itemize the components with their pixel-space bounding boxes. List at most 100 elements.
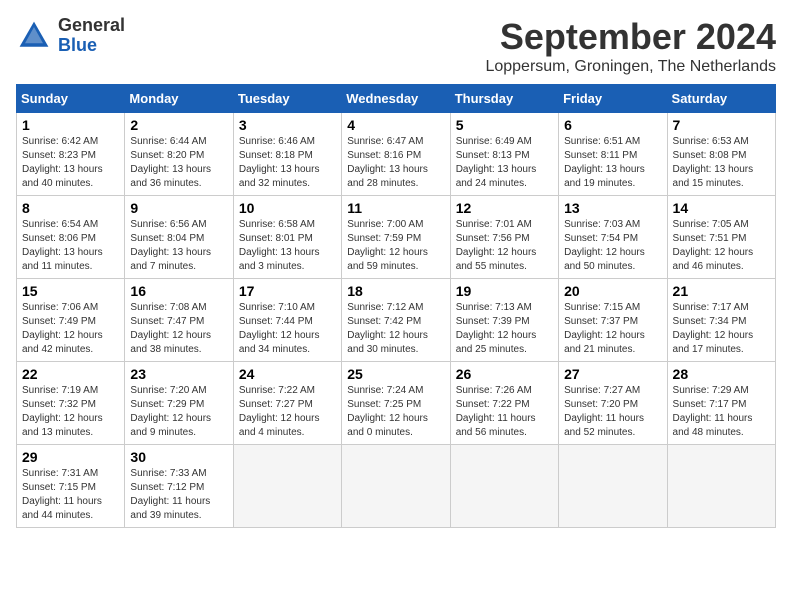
day-info: Sunrise: 7:03 AM Sunset: 7:54 PM Dayligh…: [564, 218, 661, 274]
day-cell: 6Sunrise: 6:51 AM Sunset: 8:11 PM Daylig…: [559, 113, 667, 196]
day-info: Sunrise: 7:20 AM Sunset: 7:29 PM Dayligh…: [130, 384, 227, 440]
day-number: 4: [347, 117, 444, 133]
day-info: Sunrise: 7:05 AM Sunset: 7:51 PM Dayligh…: [673, 218, 770, 274]
day-number: 13: [564, 200, 661, 216]
weekday-tuesday: Tuesday: [233, 85, 341, 113]
day-info: Sunrise: 7:15 AM Sunset: 7:37 PM Dayligh…: [564, 301, 661, 357]
day-number: 16: [130, 283, 227, 299]
day-number: 22: [22, 366, 119, 382]
week-row-1: 1 Sunrise: 6:42 AM Sunset: 8:23 PM Daylig…: [17, 113, 776, 196]
day-number: 1: [22, 117, 119, 133]
weekday-thursday: Thursday: [450, 85, 558, 113]
day-number: 2: [130, 117, 227, 133]
day-cell: 8 Sunrise: 6:54 AM Sunset: 8:06 PM Daylig…: [17, 196, 125, 279]
day-number: 26: [456, 366, 553, 382]
day-info: Sunrise: 6:58 AM Sunset: 8:01 PM Dayligh…: [239, 218, 336, 274]
day-info: Sunrise: 7:13 AM Sunset: 7:39 PM Dayligh…: [456, 301, 553, 357]
day-cell: 2 Sunrise: 6:44 AM Sunset: 8:20 PM Daylig…: [125, 113, 233, 196]
day-number: 7: [673, 117, 770, 133]
day-info: Sunrise: 6:47 AM Sunset: 8:16 PM Dayligh…: [347, 135, 444, 191]
day-info: Sunrise: 7:27 AM Sunset: 7:20 PM Dayligh…: [564, 384, 661, 440]
week-row-3: 15Sunrise: 7:06 AM Sunset: 7:49 PM Dayli…: [17, 279, 776, 362]
day-info: Sunrise: 6:42 AM Sunset: 8:23 PM Dayligh…: [22, 135, 119, 191]
day-cell: 23 Sunrise: 7:20 AM Sunset: 7:29 PM Dayli…: [125, 362, 233, 445]
day-number: 8: [22, 200, 119, 216]
day-info: Sunrise: 6:56 AM Sunset: 8:04 PM Dayligh…: [130, 218, 227, 274]
day-cell: 28 Sunrise: 7:29 AM Sunset: 7:17 PM Dayli…: [667, 362, 775, 445]
day-number: 30: [130, 449, 227, 465]
day-cell: 29Sunrise: 7:31 AM Sunset: 7:15 PM Dayli…: [17, 445, 125, 528]
day-cell: 24 Sunrise: 7:22 AM Sunset: 7:27 PM Dayli…: [233, 362, 341, 445]
day-info: Sunrise: 7:29 AM Sunset: 7:17 PM Dayligh…: [673, 384, 770, 440]
calendar-table: SundayMondayTuesdayWednesdayThursdayFrid…: [16, 84, 776, 528]
day-cell: 5 Sunrise: 6:49 AM Sunset: 8:13 PM Daylig…: [450, 113, 558, 196]
day-cell: 11Sunrise: 7:00 AM Sunset: 7:59 PM Dayli…: [342, 196, 450, 279]
day-cell: 30 Sunrise: 7:33 AM Sunset: 7:12 PM Dayli…: [125, 445, 233, 528]
day-cell: 22 Sunrise: 7:19 AM Sunset: 7:32 PM Dayli…: [17, 362, 125, 445]
day-cell: 21 Sunrise: 7:17 AM Sunset: 7:34 PM Dayli…: [667, 279, 775, 362]
logo-icon: [16, 18, 52, 54]
weekday-sunday: Sunday: [17, 85, 125, 113]
day-info: Sunrise: 7:08 AM Sunset: 7:47 PM Dayligh…: [130, 301, 227, 357]
week-row-5: 29Sunrise: 7:31 AM Sunset: 7:15 PM Dayli…: [17, 445, 776, 528]
weekday-header-row: SundayMondayTuesdayWednesdayThursdayFrid…: [17, 85, 776, 113]
day-info: Sunrise: 7:17 AM Sunset: 7:34 PM Dayligh…: [673, 301, 770, 357]
day-info: Sunrise: 7:19 AM Sunset: 7:32 PM Dayligh…: [22, 384, 119, 440]
month-title: September 2024: [485, 16, 776, 58]
day-cell: [450, 445, 558, 528]
week-row-2: 8 Sunrise: 6:54 AM Sunset: 8:06 PM Daylig…: [17, 196, 776, 279]
day-cell: 7 Sunrise: 6:53 AM Sunset: 8:08 PM Daylig…: [667, 113, 775, 196]
day-info: Sunrise: 7:33 AM Sunset: 7:12 PM Dayligh…: [130, 467, 227, 523]
day-number: 19: [456, 283, 553, 299]
weekday-monday: Monday: [125, 85, 233, 113]
day-number: 14: [673, 200, 770, 216]
day-number: 18: [347, 283, 444, 299]
weekday-saturday: Saturday: [667, 85, 775, 113]
day-number: 12: [456, 200, 553, 216]
day-cell: [559, 445, 667, 528]
day-cell: 13 Sunrise: 7:03 AM Sunset: 7:54 PM Dayli…: [559, 196, 667, 279]
day-info: Sunrise: 6:44 AM Sunset: 8:20 PM Dayligh…: [130, 135, 227, 191]
day-cell: 12 Sunrise: 7:01 AM Sunset: 7:56 PM Dayli…: [450, 196, 558, 279]
day-info: Sunrise: 7:31 AM Sunset: 7:15 PM Dayligh…: [22, 467, 119, 523]
day-number: 10: [239, 200, 336, 216]
day-number: 5: [456, 117, 553, 133]
day-info: Sunrise: 7:01 AM Sunset: 7:56 PM Dayligh…: [456, 218, 553, 274]
day-cell: 3Sunrise: 6:46 AM Sunset: 8:18 PM Daylig…: [233, 113, 341, 196]
weekday-friday: Friday: [559, 85, 667, 113]
logo-general: General: [58, 15, 125, 35]
day-cell: 17Sunrise: 7:10 AM Sunset: 7:44 PM Dayli…: [233, 279, 341, 362]
day-number: 23: [130, 366, 227, 382]
day-number: 21: [673, 283, 770, 299]
day-info: Sunrise: 6:46 AM Sunset: 8:18 PM Dayligh…: [239, 135, 336, 191]
day-number: 11: [347, 200, 444, 216]
day-number: 24: [239, 366, 336, 382]
logo: General Blue: [16, 16, 125, 56]
day-number: 27: [564, 366, 661, 382]
title-block: September 2024 Loppersum, Groningen, The…: [485, 16, 776, 76]
day-cell: 25Sunrise: 7:24 AM Sunset: 7:25 PM Dayli…: [342, 362, 450, 445]
day-cell: 9 Sunrise: 6:56 AM Sunset: 8:04 PM Daylig…: [125, 196, 233, 279]
day-cell: 1 Sunrise: 6:42 AM Sunset: 8:23 PM Daylig…: [17, 113, 125, 196]
week-row-4: 22 Sunrise: 7:19 AM Sunset: 7:32 PM Dayli…: [17, 362, 776, 445]
day-info: Sunrise: 7:26 AM Sunset: 7:22 PM Dayligh…: [456, 384, 553, 440]
day-info: Sunrise: 6:53 AM Sunset: 8:08 PM Dayligh…: [673, 135, 770, 191]
header: General Blue September 2024 Loppersum, G…: [16, 16, 776, 76]
weekday-wednesday: Wednesday: [342, 85, 450, 113]
day-cell: [667, 445, 775, 528]
day-cell: 19 Sunrise: 7:13 AM Sunset: 7:39 PM Dayli…: [450, 279, 558, 362]
day-info: Sunrise: 7:22 AM Sunset: 7:27 PM Dayligh…: [239, 384, 336, 440]
day-info: Sunrise: 7:06 AM Sunset: 7:49 PM Dayligh…: [22, 301, 119, 357]
day-cell: 20Sunrise: 7:15 AM Sunset: 7:37 PM Dayli…: [559, 279, 667, 362]
day-info: Sunrise: 6:54 AM Sunset: 8:06 PM Dayligh…: [22, 218, 119, 274]
logo-blue: Blue: [58, 35, 97, 55]
day-cell: 27 Sunrise: 7:27 AM Sunset: 7:20 PM Dayli…: [559, 362, 667, 445]
day-number: 17: [239, 283, 336, 299]
day-number: 28: [673, 366, 770, 382]
day-cell: 15Sunrise: 7:06 AM Sunset: 7:49 PM Dayli…: [17, 279, 125, 362]
day-cell: [342, 445, 450, 528]
day-info: Sunrise: 6:49 AM Sunset: 8:13 PM Dayligh…: [456, 135, 553, 191]
day-number: 9: [130, 200, 227, 216]
day-info: Sunrise: 7:24 AM Sunset: 7:25 PM Dayligh…: [347, 384, 444, 440]
day-cell: 14 Sunrise: 7:05 AM Sunset: 7:51 PM Dayli…: [667, 196, 775, 279]
